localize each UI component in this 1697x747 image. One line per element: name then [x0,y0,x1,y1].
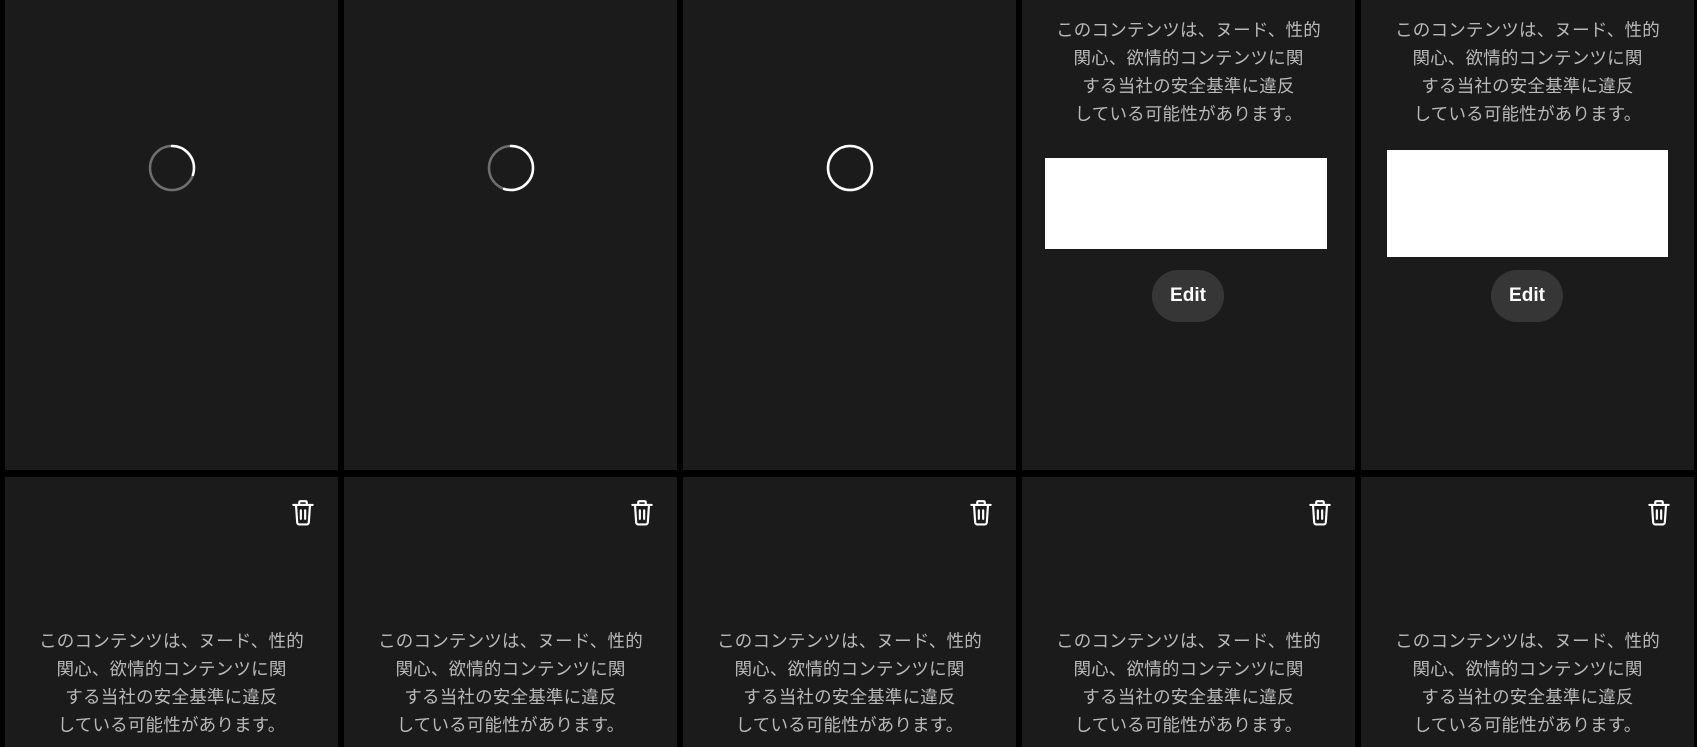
warning-line: 関心、欲情的コンテンツに関 [734,660,965,680]
image-tile-flagged: このコンテンツは、ヌード、性的 関心、欲情的コンテンツに関 する当社の安全基準に… [1361,0,1694,470]
warning-line: している可能性があります。 [1413,716,1642,736]
warning-line: 関心、欲情的コンテンツに関 [56,660,287,680]
warning-line: このコンテンツは、ヌード、性的 [1395,632,1660,652]
content-warning-text: このコンテンツは、ヌード、性的 関心、欲情的コンテンツに関 する当社の安全基準に… [344,628,677,740]
warning-line: このコンテンツは、ヌード、性的 [1056,21,1321,41]
warning-line: している可能性があります。 [1413,105,1642,125]
warning-line: このコンテンツは、ヌード、性的 [378,632,643,652]
content-warning-text: このコンテンツは、ヌード、性的 関心、欲情的コンテンツに関 する当社の安全基準に… [5,628,338,740]
image-tile-loading[interactable] [683,0,1016,470]
warning-line: 関心、欲情的コンテンツに関 [1412,660,1643,680]
blocked-image-placeholder [1045,158,1327,249]
trash-icon[interactable] [629,499,655,527]
edit-button[interactable]: Edit [1152,270,1224,322]
warning-line: 関心、欲情的コンテンツに関 [395,660,626,680]
image-tile-flagged: このコンテンツは、ヌード、性的 関心、欲情的コンテンツに関 する当社の安全基準に… [1022,477,1355,747]
loading-spinner-icon [487,144,534,192]
image-tile-flagged: このコンテンツは、ヌード、性的 関心、欲情的コンテンツに関 する当社の安全基準に… [344,477,677,747]
content-warning-text: このコンテンツは、ヌード、性的 関心、欲情的コンテンツに関 する当社の安全基準に… [1022,628,1355,740]
image-tile-flagged: このコンテンツは、ヌード、性的 関心、欲情的コンテンツに関 する当社の安全基準に… [1361,477,1694,747]
content-warning-text: このコンテンツは、ヌード、性的 関心、欲情的コンテンツに関 する当社の安全基準に… [1361,17,1694,129]
loading-spinner-icon [148,144,195,192]
blocked-image-placeholder [1387,150,1668,257]
warning-line: する当社の安全基準に違反 [1421,688,1634,708]
warning-line: している可能性があります。 [57,716,286,736]
image-tile-flagged: このコンテンツは、ヌード、性的 関心、欲情的コンテンツに関 する当社の安全基準に… [683,477,1016,747]
warning-line: 関心、欲情的コンテンツに関 [1073,49,1304,69]
content-warning-text: このコンテンツは、ヌード、性的 関心、欲情的コンテンツに関 する当社の安全基準に… [683,628,1016,740]
image-tile-flagged: このコンテンツは、ヌード、性的 関心、欲情的コンテンツに関 する当社の安全基準に… [1022,0,1355,470]
warning-line: している可能性があります。 [1074,105,1303,125]
warning-line: する当社の安全基準に違反 [65,688,278,708]
image-tile-flagged: このコンテンツは、ヌード、性的 関心、欲情的コンテンツに関 する当社の安全基準に… [5,477,338,747]
trash-icon[interactable] [1307,499,1333,527]
warning-line: する当社の安全基準に違反 [743,688,956,708]
image-tile-loading[interactable] [5,0,338,470]
warning-line: する当社の安全基準に違反 [1421,77,1634,97]
warning-line: している可能性があります。 [1074,716,1303,736]
warning-line: している可能性があります。 [735,716,964,736]
warning-line: する当社の安全基準に違反 [1082,77,1295,97]
content-warning-text: このコンテンツは、ヌード、性的 関心、欲情的コンテンツに関 する当社の安全基準に… [1022,17,1355,129]
warning-line: このコンテンツは、ヌード、性的 [1056,632,1321,652]
warning-line: このコンテンツは、ヌード、性的 [717,632,982,652]
warning-line: している可能性があります。 [396,716,625,736]
image-results-grid: このコンテンツは、ヌード、性的 関心、欲情的コンテンツに関 する当社の安全基準に… [0,0,1697,747]
warning-line: 関心、欲情的コンテンツに関 [1073,660,1304,680]
warning-line: 関心、欲情的コンテンツに関 [1412,49,1643,69]
warning-line: する当社の安全基準に違反 [404,688,617,708]
trash-icon[interactable] [290,499,316,527]
edit-button[interactable]: Edit [1491,270,1563,322]
warning-line: このコンテンツは、ヌード、性的 [1395,21,1660,41]
content-warning-text: このコンテンツは、ヌード、性的 関心、欲情的コンテンツに関 する当社の安全基準に… [1361,628,1694,740]
trash-icon[interactable] [1646,499,1672,527]
loading-spinner-icon [826,144,873,192]
image-tile-loading[interactable] [344,0,677,470]
warning-line: する当社の安全基準に違反 [1082,688,1295,708]
warning-line: このコンテンツは、ヌード、性的 [39,632,304,652]
trash-icon[interactable] [968,499,994,527]
